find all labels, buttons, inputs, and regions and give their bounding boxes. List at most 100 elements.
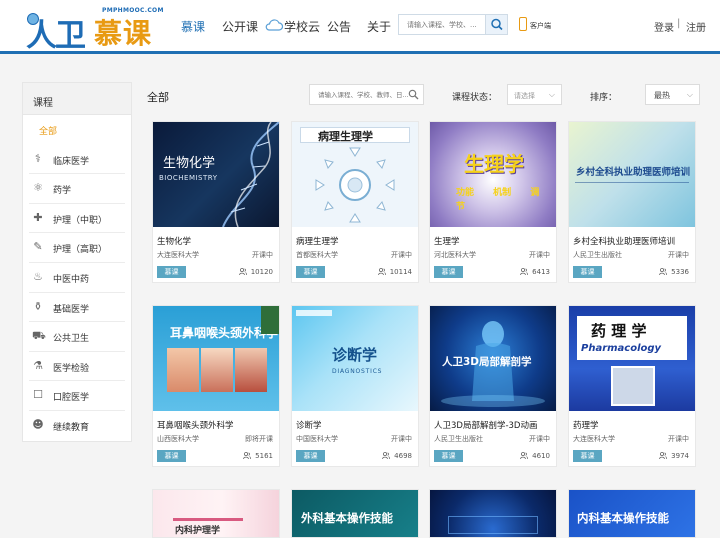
cover-title: 外科基本操作技能 [301, 511, 393, 525]
course-search [309, 84, 424, 105]
course-title[interactable]: 人卫3D局部解剖学-3D动画 [434, 419, 537, 431]
sidebar-item-label: 临床医学 [53, 156, 90, 167]
site-header: 人卫 PMPHMOOC.COM 慕课 慕课 公开课 学校云 公告 关于 客户端 … [0, 0, 720, 54]
course-cover: 人卫3D局部解剖学 [430, 306, 556, 411]
course-title[interactable]: 耳鼻咽喉头颈外科学 [157, 419, 234, 431]
course-card[interactable] [429, 489, 557, 538]
user-count-icon [520, 268, 529, 275]
sort-label: 排序： [590, 93, 618, 103]
user-count-icon [659, 452, 668, 459]
cover-publisher-strip [296, 310, 332, 316]
course-status: 开课中 [668, 435, 689, 443]
sidebar-item-label: 口腔医学 [53, 393, 90, 404]
login-link[interactable]: 登录 [654, 19, 674, 34]
sidebar-item-clinical[interactable]: ⚕ 临床医学 [29, 145, 125, 175]
bottle-icon: ⚱ [33, 299, 43, 313]
header-search [398, 14, 508, 35]
cover-photo [201, 348, 233, 392]
cover-illustration [611, 366, 655, 406]
course-card[interactable]: 药 理 学 Pharmacology 药理学 大连医科大学 开课中 慕课 397… [568, 305, 696, 467]
sidebar-item-label: 全部 [39, 127, 58, 137]
register-link[interactable]: 注册 [686, 19, 706, 34]
nav-mooc[interactable]: 慕课 [181, 18, 205, 35]
cycle-diagram-icon [315, 147, 395, 223]
cover-glow-frame [448, 516, 538, 534]
header-search-button[interactable] [485, 15, 507, 34]
enrollment-count: 10120 [250, 268, 273, 276]
course-card[interactable]: 诊断学 DIAGNOSTICS 诊断学 中国医科大学 开课中 慕课 4698 [291, 305, 419, 467]
course-card[interactable]: 外科基本操作技能 [291, 489, 419, 538]
sidebar-item-public-health[interactable]: ⛟ 公共卫生 [29, 322, 125, 352]
sidebar-item-pharmacy[interactable]: ⚛ 药学 [29, 174, 125, 204]
client-download-link[interactable]: 客户端 [530, 21, 551, 31]
course-card[interactable]: 人卫3D局部解剖学 人卫3D局部解剖学-3D动画 人民卫生出版社 开课中 慕课 … [429, 305, 557, 467]
course-type-badge: 慕课 [434, 450, 463, 462]
course-title[interactable]: 生物化学 [157, 235, 191, 247]
course-card[interactable]: 生理学 功能 机制 调节 生理学 河北医科大学 开课中 慕课 6413 [429, 121, 557, 283]
sidebar-item-stomatology[interactable]: ☐ 口腔医学 [29, 381, 125, 411]
course-card[interactable]: 乡村全科执业助理医师培训 乡村全科执业助理医师培训 人民卫生出版社 开课中 慕课… [568, 121, 696, 283]
cover-book-spine [261, 306, 279, 334]
user-count-icon [659, 268, 668, 275]
herb-pot-icon: ♨ [33, 269, 43, 283]
sidebar-item-nursing-secondary[interactable]: ✚ 护理（中职） [29, 204, 125, 234]
course-status: 开课中 [668, 251, 689, 259]
syringe-icon: ✎ [33, 240, 43, 254]
sidebar-item-tcm[interactable]: ♨ 中医中药 [29, 263, 125, 293]
sidebar-item-nursing-higher[interactable]: ✎ 护理（高职） [29, 233, 125, 263]
sidebar-item-lab-medicine[interactable]: ⚗ 医学检验 [29, 352, 125, 382]
chevron-down-icon: ⌵ [686, 90, 693, 99]
course-cover: 病理生理学 [292, 122, 418, 227]
sidebar-item-all[interactable]: 全部 [29, 115, 125, 145]
logo-title-text: 慕课 [94, 17, 153, 50]
course-type-badge: 慕课 [434, 266, 463, 278]
course-title[interactable]: 药理学 [573, 419, 599, 431]
course-enrollment: 6413 [520, 268, 550, 276]
nav-announcement[interactable]: 公告 [327, 18, 351, 35]
enrollment-count: 5336 [671, 268, 689, 276]
course-enrollment: 10120 [238, 268, 273, 276]
course-enrollment: 5336 [659, 268, 689, 276]
sidebar-item-continuing-education[interactable]: ☻ 继续教育 [29, 411, 125, 441]
course-enrollment: 4610 [520, 452, 550, 460]
course-title[interactable]: 乡村全科执业助理医师培训 [573, 235, 675, 247]
course-cover [430, 490, 556, 537]
status-filter-select[interactable]: 请选择 ⌵ [507, 84, 562, 105]
course-school: 中国医科大学 [296, 435, 338, 443]
enrollment-count: 5161 [255, 452, 273, 460]
sidebar-item-basic-medicine[interactable]: ⚱ 基础医学 [29, 293, 125, 323]
course-title[interactable]: 诊断学 [296, 419, 322, 431]
course-school: 大连医科大学 [157, 251, 199, 259]
header-search-input[interactable] [399, 15, 485, 34]
course-card[interactable]: 生物化学 BIOCHEMISTRY 生物化学 大连医科大学 开课中 慕课 101… [152, 121, 280, 283]
current-category-title: 全部 [147, 91, 169, 104]
nav-open-course[interactable]: 公开课 [222, 18, 258, 35]
nav-school-cloud[interactable]: 学校云 [284, 18, 320, 35]
course-enrollment: 4698 [382, 452, 412, 460]
course-cover: 乡村全科执业助理医师培训 [569, 122, 695, 227]
course-search-input[interactable] [310, 85, 410, 104]
cover-title: 内科护理学 [175, 526, 221, 536]
course-status: 开课中 [391, 251, 412, 259]
search-icon[interactable] [408, 89, 419, 100]
user-count-icon [238, 268, 247, 275]
cover-title: 乡村全科执业助理医师培训 [576, 167, 691, 178]
course-type-badge: 慕课 [573, 450, 602, 462]
sidebar-item-label: 中医中药 [53, 274, 90, 285]
course-card[interactable]: 内科基本操作技能 [568, 489, 696, 538]
cover-title: 生理学 [464, 152, 524, 176]
chevron-down-icon: ⌵ [548, 90, 555, 99]
sidebar-item-label: 医学检验 [53, 363, 90, 374]
course-card[interactable]: 病理生理学 病理生理学 首都医科大学 开课中 慕课 10114 [291, 121, 419, 283]
course-card[interactable]: 内科护理学 [152, 489, 280, 538]
nav-about[interactable]: 关于 [367, 18, 391, 35]
course-status: 开课中 [529, 251, 550, 259]
flask-icon: ⚗ [33, 358, 43, 372]
course-enrollment: 5161 [243, 452, 273, 460]
course-title[interactable]: 病理生理学 [296, 235, 339, 247]
category-sidebar: 课程 全部 ⚕ 临床医学 ⚛ 药学 ✚ 护理（中职） ✎ 护理（高职） ♨ 中医… [22, 82, 132, 442]
sort-select[interactable]: 最热 ⌵ [645, 84, 700, 105]
site-logo[interactable]: 人卫 PMPHMOOC.COM 慕课 [26, 7, 166, 54]
course-card[interactable]: 耳鼻咽喉头颈外科学 耳鼻咽喉头颈外科学 山西医科大学 即将开课 慕课 5161 [152, 305, 280, 467]
course-title[interactable]: 生理学 [434, 235, 460, 247]
